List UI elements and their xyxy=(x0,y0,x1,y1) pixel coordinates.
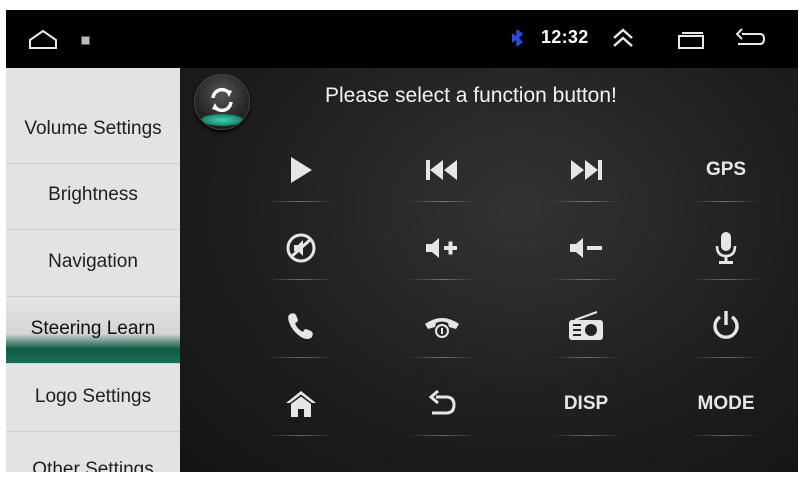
recent-apps-icon[interactable] xyxy=(676,30,706,50)
previous-track-icon xyxy=(426,160,457,180)
next-track-icon xyxy=(571,160,602,180)
home-nav-icon[interactable] xyxy=(28,28,58,50)
hang-up-button[interactable] xyxy=(406,294,478,358)
instruction-text: Please select a function button! xyxy=(325,84,617,107)
home-icon xyxy=(286,391,316,417)
previous-track-button[interactable] xyxy=(406,138,478,202)
sidebar-item-label: Brightness xyxy=(48,183,138,205)
sidebar-item-label: Other Settings xyxy=(32,459,154,472)
next-track-button[interactable] xyxy=(550,138,622,202)
disp-label: DISP xyxy=(563,393,609,414)
back-nav-icon[interactable] xyxy=(734,27,766,51)
voice-button[interactable] xyxy=(690,216,762,280)
sidebar-item-volume-settings[interactable]: Volume Settings xyxy=(6,98,180,164)
sidebar-item-brightness[interactable]: Brightness xyxy=(6,164,180,230)
sidebar-item-steering-learn[interactable]: Steering Learn xyxy=(6,298,180,364)
play-button[interactable] xyxy=(265,138,337,202)
steering-learn-panel: Please select a function button! GPS DIS… xyxy=(180,68,798,472)
mode-button[interactable]: MODE xyxy=(690,372,762,436)
answer-call-button[interactable] xyxy=(265,294,337,358)
settings-sidebar: Volume Settings Brightness Navigation St… xyxy=(6,68,180,472)
power-button[interactable] xyxy=(690,294,762,358)
volume-down-icon xyxy=(570,238,602,258)
sidebar-item-label: Navigation xyxy=(48,250,138,272)
gps-button[interactable]: GPS xyxy=(690,138,762,202)
mute-icon xyxy=(286,233,316,263)
status-bar: 12:32 xyxy=(6,10,798,68)
sidebar-item-label: Logo Settings xyxy=(34,385,152,407)
gps-label: GPS xyxy=(705,159,747,180)
bluetooth-icon xyxy=(511,29,524,48)
sidebar-item-navigation[interactable]: Navigation xyxy=(6,231,180,297)
notification-icon xyxy=(81,36,90,45)
radio-button[interactable] xyxy=(550,294,622,358)
sidebar-item-label: Volume Settings xyxy=(24,117,162,139)
microphone-icon xyxy=(715,232,737,264)
sidebar-item-other-settings[interactable]: Other Settings xyxy=(6,432,180,472)
phone-hangup-icon xyxy=(425,318,459,338)
power-icon xyxy=(713,311,739,339)
sidebar-item-label: Steering Learn xyxy=(30,317,156,339)
return-icon xyxy=(428,389,456,415)
radio-icon xyxy=(569,311,603,340)
refresh-button[interactable] xyxy=(194,74,250,130)
refresh-icon xyxy=(211,87,233,113)
sidebar-item-logo-settings[interactable]: Logo Settings xyxy=(6,366,180,432)
volume-up-button[interactable] xyxy=(406,216,478,280)
volume-up-icon xyxy=(426,238,457,258)
mode-label: MODE xyxy=(697,393,755,414)
expand-up-icon[interactable] xyxy=(610,26,636,50)
mute-button[interactable] xyxy=(265,216,337,280)
disp-button[interactable]: DISP xyxy=(550,372,622,436)
home-button[interactable] xyxy=(265,372,337,436)
refresh-glow xyxy=(201,114,243,126)
clock: 12:32 xyxy=(541,27,589,47)
head-unit-screen: 12:32 Volume Settings Brightness Navigat… xyxy=(6,10,798,472)
phone-answer-icon xyxy=(288,313,313,339)
return-button[interactable] xyxy=(406,372,478,436)
volume-down-button[interactable] xyxy=(550,216,622,280)
play-icon xyxy=(291,157,312,183)
